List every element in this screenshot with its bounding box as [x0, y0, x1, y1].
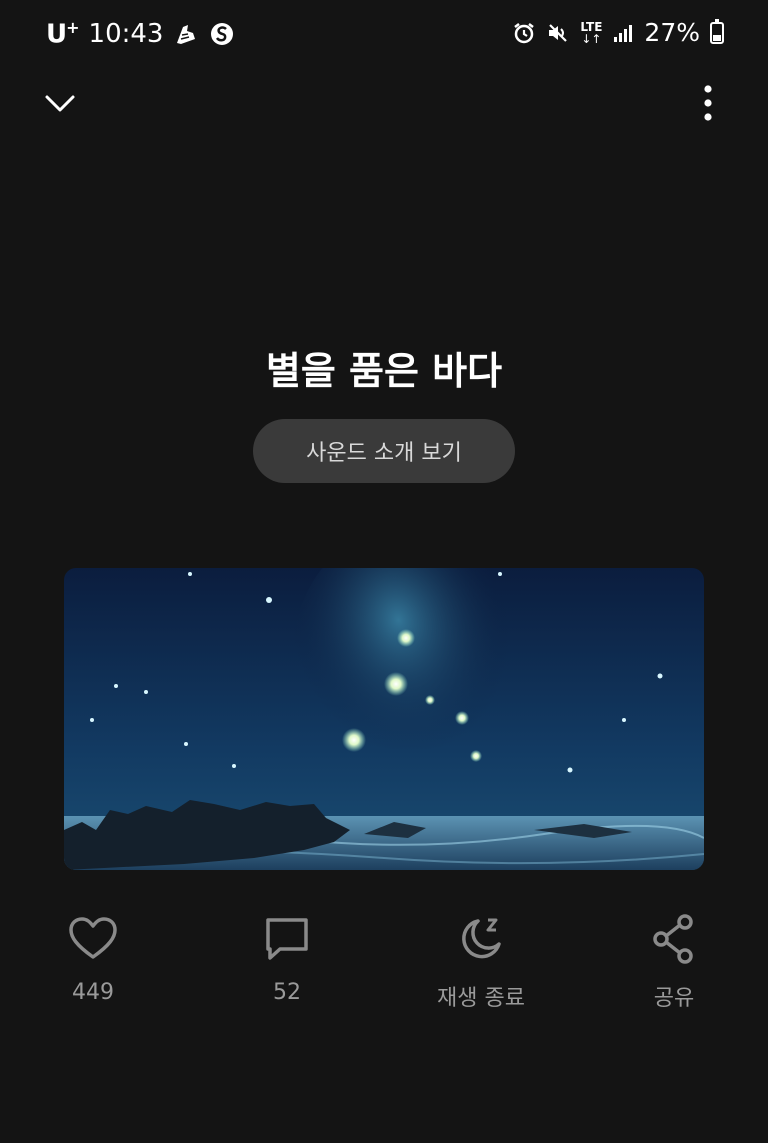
status-bar: U+ 10:43 LTE ↓↑ 27% [0, 0, 768, 72]
like-button[interactable]: 449 [13, 912, 173, 1005]
sleep-timer-label: 재생 종료 [437, 986, 525, 1011]
more-options-button[interactable] [690, 84, 726, 124]
carrier-label: U+ [46, 18, 80, 50]
starry-sea-image [64, 568, 704, 870]
comment-count: 52 [273, 980, 301, 1005]
share-label: 공유 [653, 986, 695, 1011]
sleep-timer-button[interactable]: 재생 종료 [401, 912, 561, 1012]
sound-artwork [64, 568, 704, 870]
like-count: 449 [72, 980, 114, 1005]
battery-percent: 27% [644, 18, 700, 47]
alarm-icon [514, 22, 535, 43]
mute-icon [549, 23, 568, 42]
shoe-icon [177, 24, 196, 44]
share-button[interactable]: 공유 [594, 912, 754, 1012]
sound-title: 별을 품은 바다 [265, 349, 503, 393]
comment-button[interactable]: 52 [207, 912, 367, 1005]
collapse-button[interactable] [40, 84, 80, 124]
share-icon [653, 914, 693, 964]
comment-icon [266, 918, 308, 960]
clock: 10:43 [88, 18, 164, 49]
action-bar: 449 52 재생 종료 공유 [0, 912, 768, 1022]
sync-s-icon [211, 22, 234, 45]
battery-icon [710, 18, 724, 44]
sound-intro-button[interactable]: 사운드 소개 보기 [253, 419, 515, 483]
chevron-down-icon [45, 95, 75, 112]
sleep-timer-icon [462, 918, 501, 959]
network-type-label: LTE ↓↑ [580, 19, 603, 46]
heart-icon [69, 917, 117, 959]
more-vertical-icon [704, 85, 712, 121]
signal-icon [614, 24, 633, 42]
